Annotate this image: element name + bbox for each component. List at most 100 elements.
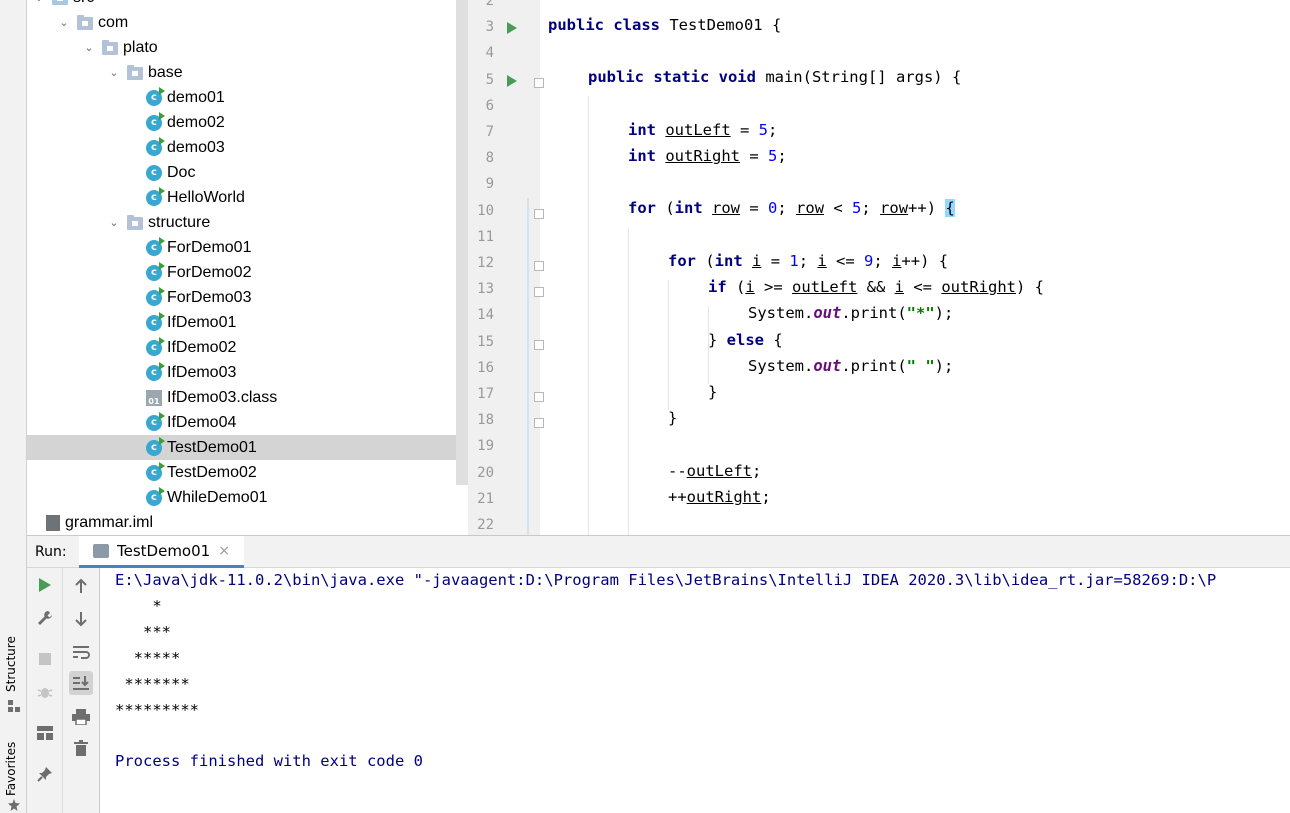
folder-icon (102, 40, 118, 55)
tree-item-label: demo02 (167, 113, 225, 131)
indent-guide (628, 228, 629, 535)
debug-button[interactable] (33, 680, 57, 704)
code-editor[interactable]: 2 3 4 5 6 7 8 9 10 11 12 13 14 15 16 17 18 19 20 21 22 publi… (468, 0, 1290, 535)
fold-marker-icon[interactable] (534, 77, 544, 88)
code-line-21: ++outRight; (668, 488, 771, 506)
chevron-down-icon[interactable]: ⌄ (82, 41, 96, 54)
runnable-badge-icon (159, 136, 165, 145)
chevron-down-icon[interactable]: ⌄ (107, 216, 121, 229)
fold-marker-icon[interactable] (534, 287, 544, 298)
line-number: 13 (477, 281, 494, 298)
java-class-icon: c (146, 486, 165, 506)
tree-item-fordemo03[interactable]: c ForDemo03 (27, 285, 468, 310)
tree-item-demo02[interactable]: c demo02 (27, 110, 468, 135)
matched-brace: { (945, 199, 955, 217)
soft-wrap-button[interactable] (69, 640, 93, 664)
tree-item-label: IfDemo03.class (167, 388, 278, 406)
left-tool-strip: Structure Favorites (0, 0, 27, 813)
tree-item-ifdemo03[interactable]: c IfDemo03 (27, 360, 468, 385)
tree-item-fordemo02[interactable]: c ForDemo02 (27, 260, 468, 285)
favorites-tab[interactable]: Favorites (4, 742, 18, 796)
line-number: 21 (477, 490, 494, 507)
chevron-down-icon[interactable]: ⌄ (107, 66, 121, 79)
run-panel-title: Run: (35, 544, 67, 560)
fold-marker-icon[interactable] (534, 339, 544, 350)
layout-button[interactable] (33, 721, 57, 745)
structure-tab[interactable]: Structure (4, 636, 18, 692)
code-line-18: } (668, 409, 678, 427)
tree-item-fordemo01[interactable]: c ForDemo01 (27, 235, 468, 260)
modify-run-config-button[interactable] (33, 606, 57, 630)
tree-item-structure[interactable]: ⌄ structure (27, 210, 468, 235)
java-class-icon: c (146, 286, 165, 306)
scroll-to-end-icon (73, 676, 89, 690)
scroll-down-button[interactable] (69, 607, 93, 631)
pin-button[interactable] (33, 762, 57, 786)
runnable-badge-icon (159, 286, 165, 295)
code-line-13: if (i >= outLeft && i <= outRight) { (708, 278, 1044, 296)
tree-item-plato[interactable]: ⌄ plato (27, 35, 468, 60)
run-tab-label: TestDemo01 (117, 541, 211, 560)
java-class-icon: c (146, 261, 165, 281)
tree-item-ifdemo01[interactable]: c IfDemo01 (27, 310, 468, 335)
console-output-line: ********* (115, 701, 199, 719)
indent-guide (668, 280, 669, 410)
stop-button[interactable] (33, 647, 57, 671)
rerun-button[interactable] (33, 573, 57, 597)
tree-item-label: demo03 (167, 138, 225, 156)
tree-item-com[interactable]: ⌄ com (27, 10, 468, 35)
tree-item-label: IfDemo01 (167, 313, 237, 331)
tree-item-label: com (98, 13, 129, 31)
structure-icon (8, 700, 20, 712)
close-icon[interactable]: × (218, 543, 230, 559)
run-gutter-icon[interactable] (507, 22, 517, 35)
console-exit-message: Process finished with exit code 0 (115, 752, 423, 770)
tree-item-grammar-iml[interactable]: grammar.iml (27, 510, 468, 535)
code-line-16: System.out.print(" "); (748, 357, 954, 375)
tree-item-testdemo02[interactable]: c TestDemo02 (27, 460, 468, 485)
clear-all-button[interactable] (69, 736, 93, 760)
run-tab-testdemo01[interactable]: TestDemo01 × (79, 536, 244, 568)
java-class-icon: c (146, 136, 165, 156)
run-gutter-icon[interactable] (507, 74, 517, 87)
tree-scrollbar[interactable] (456, 0, 468, 485)
tree-item-ifdemo02[interactable]: c IfDemo02 (27, 335, 468, 360)
class-file-icon: 01 (146, 389, 162, 406)
print-button[interactable] (69, 705, 93, 729)
line-number: 4 (485, 45, 494, 62)
run-toolbar-primary (27, 568, 63, 813)
tree-item-doc[interactable]: c Doc (27, 160, 468, 185)
star-icon (8, 799, 20, 811)
scroll-up-button[interactable] (69, 574, 93, 598)
code-line-17: } (708, 383, 718, 401)
tree-item-src[interactable]: ⌄ src (27, 0, 468, 10)
tree-item-whiledemo01[interactable]: c WhileDemo01 (27, 485, 468, 510)
code-line-12: for (int i = 1; i <= 9; i++) { (668, 252, 949, 270)
chevron-down-icon[interactable]: ⌄ (57, 16, 71, 29)
tree-item-base[interactable]: ⌄ base (27, 60, 468, 85)
runnable-badge-icon (159, 186, 165, 195)
java-class-icon: c (146, 164, 162, 181)
scroll-to-end-button[interactable] (69, 671, 93, 695)
tree-item-helloworld[interactable]: c HelloWorld (27, 185, 468, 210)
line-number: 16 (477, 359, 494, 376)
soft-wrap-icon (73, 646, 90, 659)
fold-marker-icon[interactable] (534, 208, 544, 219)
fold-marker-icon[interactable] (534, 392, 544, 402)
line-number: 15 (477, 333, 494, 350)
tree-item-demo01[interactable]: c demo01 (27, 85, 468, 110)
run-console[interactable]: E:\Java\jdk-11.0.2\bin\java.exe "-javaag… (100, 568, 1290, 813)
tree-item-demo03[interactable]: c demo03 (27, 135, 468, 160)
chevron-down-icon[interactable]: ⌄ (32, 0, 46, 4)
line-number: 20 (477, 464, 494, 481)
tree-item-label: IfDemo03 (167, 363, 237, 381)
fold-marker-icon[interactable] (534, 261, 544, 271)
tree-item-ifdemo04[interactable]: c IfDemo04 (27, 410, 468, 435)
code-line-10: for (int row = 0; row < 5; row++) { (628, 199, 955, 217)
fold-marker-icon[interactable] (534, 418, 544, 429)
trash-icon (74, 740, 88, 756)
line-number: 22 (477, 517, 494, 533)
wrench-icon (38, 611, 52, 625)
tree-item-testdemo01[interactable]: c TestDemo01 (27, 435, 468, 460)
tree-item-ifdemo03-class[interactable]: 01 IfDemo03.class (27, 385, 468, 410)
